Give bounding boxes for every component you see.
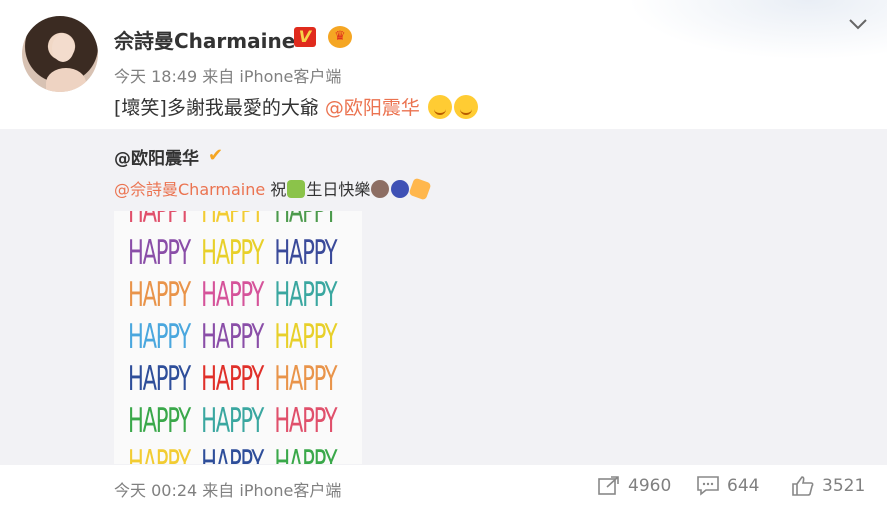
verified-v-icon[interactable]: V — [294, 27, 316, 47]
happy-word: HAPPY — [128, 233, 191, 273]
happy-word: HAPPY — [274, 233, 337, 273]
chevron-down-icon[interactable] — [849, 14, 867, 35]
happy-word: HAPPY — [201, 211, 264, 231]
repost-mention-link[interactable]: @佘詩曼Charmaine — [114, 180, 265, 199]
happy-word: HAPPY — [274, 317, 337, 357]
happy-word: HAPPY — [201, 233, 264, 273]
happy-word: HAPPY — [274, 443, 337, 464]
smile-emoji-icon — [453, 95, 478, 119]
happy-pattern-row: HAPPY HAPPY HAPPY — [128, 317, 337, 357]
thumbs-up-icon — [792, 476, 814, 496]
comment-count: 644 — [727, 476, 760, 496]
avatar-shoulder — [46, 68, 86, 92]
repost-text-b: 生日快樂 — [306, 180, 371, 199]
happy-word: HAPPY — [128, 211, 191, 231]
footer-meta: 今天 00:24 来自 iPhone客户端 — [114, 481, 342, 500]
repost-count: 4960 — [628, 476, 672, 496]
happy-word: HAPPY — [274, 359, 337, 399]
balloon-emoji-icon — [391, 180, 410, 198]
avatar-face — [52, 34, 74, 62]
happy-word: HAPPY — [201, 443, 264, 464]
post-username[interactable]: 佘詩曼Charmaine — [114, 25, 295, 54]
happy-word: HAPPY — [201, 317, 264, 357]
happy-word: HAPPY — [201, 401, 264, 441]
happy-word: HAPPY — [274, 401, 337, 441]
happy-word: HAPPY — [128, 401, 191, 441]
like-count: 3521 — [822, 476, 866, 496]
happy-word: HAPPY — [201, 359, 264, 399]
repost-text-a: 祝 — [270, 180, 287, 199]
happy-pattern-row: HAPPY HAPPY HAPPY — [128, 233, 337, 273]
like-button[interactable]: 3521 — [792, 476, 865, 496]
party-popper-emoji-icon — [408, 177, 432, 201]
happy-pattern-row: HAPPY HAPPY HAPPY — [128, 401, 337, 441]
smile-emoji-icon — [427, 95, 452, 119]
share-icon — [598, 476, 619, 495]
happy-word: HAPPY — [201, 275, 264, 315]
happy-word: HAPPY — [128, 359, 191, 399]
post-text-body: [壞笑]多謝我最愛的大爺 — [114, 97, 319, 119]
happy-pattern-row: HAPPY HAPPY HAPPY — [128, 275, 337, 315]
happy-word: HAPPY — [128, 443, 191, 464]
comment-button[interactable]: 644 — [697, 476, 759, 496]
repost-username[interactable]: @欧阳震华 — [114, 144, 199, 169]
snake-emoji-icon — [287, 180, 306, 198]
happy-pattern-row: HAPPY HAPPY HAPPY — [128, 359, 337, 399]
repost-image[interactable]: HAPPY HAPPY HAPPY HAPPY HAPPY HAPPY HAPPY HAPPY… — [114, 211, 362, 464]
happy-word: HAPPY — [274, 275, 337, 315]
header-background-decoration — [627, 0, 887, 60]
avatar[interactable] — [22, 16, 98, 92]
post-text: [壞笑]多謝我最愛的大爺 @欧阳震华 — [114, 93, 478, 120]
happy-word: HAPPY — [274, 211, 337, 231]
happy-word: HAPPY — [128, 317, 191, 357]
repost-button[interactable]: 4960 — [598, 476, 671, 496]
post-meta: 今天 18:49 来自 iPhone客户端 — [114, 67, 342, 86]
repost-text: @佘詩曼Charmaine 祝生日快樂 — [114, 176, 432, 201]
happy-pattern-row: HAPPY HAPPY HAPPY — [128, 211, 337, 231]
cake-emoji-icon — [371, 180, 390, 198]
happy-word: HAPPY — [128, 275, 191, 315]
verified-yellow-v-icon: ✔ — [208, 145, 224, 166]
vip-crown-icon[interactable]: ♛ — [328, 26, 352, 48]
post-mention-link[interactable]: @欧阳震华 — [325, 97, 420, 119]
comment-icon — [697, 476, 719, 496]
happy-pattern-row: HAPPY HAPPY HAPPY — [128, 443, 337, 464]
